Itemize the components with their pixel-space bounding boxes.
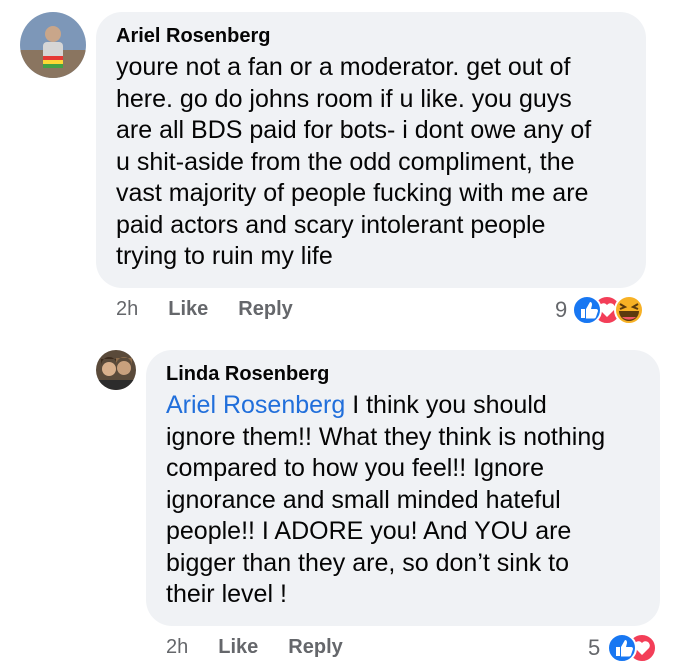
like-reaction-icon xyxy=(573,295,603,325)
reactions-summary[interactable]: 9 xyxy=(555,294,645,326)
comment-actions: 2h Like Reply xyxy=(116,298,323,321)
comment-author[interactable]: Ariel Rosenberg xyxy=(116,24,626,48)
comment-text-body: I think you should ignore them!! What th… xyxy=(166,391,606,608)
reply-button[interactable]: Reply xyxy=(238,298,292,321)
like-reaction-icon xyxy=(607,633,638,663)
comment-timestamp[interactable]: 2h xyxy=(116,298,138,321)
comment-bubble: Ariel Rosenberg youre not a fan or a mod… xyxy=(96,12,646,288)
comment-text: youre not a fan or a moderator. get out … xyxy=(116,53,592,270)
reaction-count: 5 xyxy=(588,635,601,660)
comment-text: Ariel Rosenberg I think you should ignor… xyxy=(166,390,640,611)
reply-button[interactable]: Reply xyxy=(288,636,342,659)
reactions-summary[interactable]: 5 xyxy=(588,632,658,664)
avatar[interactable] xyxy=(96,350,136,390)
comment-bubble: Linda Rosenberg Ariel Rosenberg I think … xyxy=(146,350,660,626)
reaction-icons xyxy=(573,295,645,325)
comment-author[interactable]: Linda Rosenberg xyxy=(166,362,640,386)
avatar[interactable] xyxy=(20,12,86,78)
mention-link[interactable]: Ariel Rosenberg xyxy=(166,391,345,419)
haha-reaction-icon xyxy=(614,295,645,325)
reaction-icons xyxy=(607,633,658,663)
like-button[interactable]: Like xyxy=(168,298,208,321)
comment-actions: 2h Like Reply xyxy=(166,636,373,659)
reaction-count: 9 xyxy=(555,297,568,322)
like-button[interactable]: Like xyxy=(218,636,258,659)
comment-timestamp[interactable]: 2h xyxy=(166,636,188,659)
